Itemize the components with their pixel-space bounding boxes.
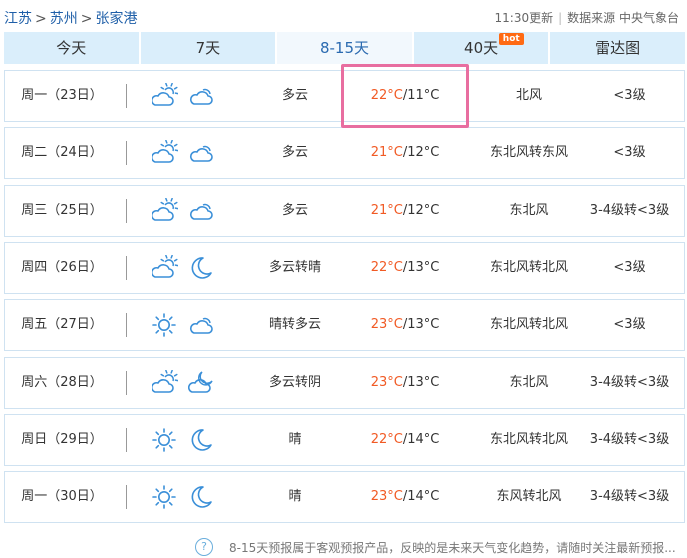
high-temp: 21°C xyxy=(370,203,403,218)
update-time: 11:30更新 xyxy=(494,11,554,25)
temperature: 21°C/12°C xyxy=(355,128,455,178)
breadcrumb: 江苏 > 苏州 > 张家港 xyxy=(4,8,137,28)
wind-level: <3级 xyxy=(613,260,646,275)
tab-label: 今天 xyxy=(56,39,87,57)
weather-icons xyxy=(152,140,222,166)
temperature: 23°C/13°C xyxy=(355,358,455,408)
high-temp: 22°C xyxy=(370,260,403,275)
forecast-row: 周五（27日） 晴转多云 23°C/13°C 东北风转北风 <3级 xyxy=(4,299,685,351)
weather-description: 多云 xyxy=(281,145,308,160)
low-temp: /12°C xyxy=(402,203,440,218)
wind-level: 3-4级转<3级 xyxy=(589,489,670,504)
weather-description: 晴 xyxy=(288,432,302,447)
weather-description: 多云转阴 xyxy=(268,375,321,390)
weather-description: 多云 xyxy=(281,88,308,103)
low-temp: /12°C xyxy=(402,145,440,160)
forecast-row: 周四（26日） 多云转晴 22°C/13°C 东北风转北风 <3级 xyxy=(4,242,685,294)
high-temp: 21°C xyxy=(370,145,403,160)
forecast-row: 周一（30日） 晴 23°C/14°C 东风转北风 3-4级转<3级 xyxy=(4,471,685,523)
forecast-date: 周日（29日） xyxy=(21,432,103,447)
temperature: 21°C/12°C xyxy=(355,186,455,236)
tab-label: 雷达图 xyxy=(595,39,641,57)
low-temp: /14°C xyxy=(402,489,440,504)
weather-icons xyxy=(152,312,222,338)
help-icon[interactable]: ? xyxy=(195,538,213,556)
forecast-date: 周四（26日） xyxy=(21,260,103,275)
forecast-date: 周五（27日） xyxy=(21,317,103,332)
breadcrumb-city[interactable]: 苏州 xyxy=(50,11,78,27)
forecast-row: 周六（28日） 多云转阴 23°C/13°C 东北风 3-4级转<3级 xyxy=(4,357,685,409)
tab-label: 7天 xyxy=(195,39,221,57)
weather-icons xyxy=(152,484,222,510)
weather-icons xyxy=(152,255,222,281)
forecast-tabs: 今天 7天 8-15天 40天 hot 雷达图 xyxy=(4,32,685,64)
forecast-date: 周一（23日） xyxy=(21,88,103,103)
temperature: 22°C/14°C xyxy=(355,415,455,465)
temperature: 23°C/13°C xyxy=(355,300,455,350)
temperature: 23°C/14°C xyxy=(355,472,455,522)
low-temp: /14°C xyxy=(402,432,440,447)
breadcrumb-county[interactable]: 张家港 xyxy=(95,11,137,27)
divider xyxy=(126,428,127,452)
weather-icons xyxy=(152,198,222,224)
high-temp: 23°C xyxy=(370,375,403,390)
wind-level: 3-4级转<3级 xyxy=(589,203,670,218)
footer-note: ? 8-15天预报属于客观预报产品，反映的是未来天气变化趋势，请随时关注最新预报… xyxy=(191,536,687,558)
divider xyxy=(126,199,127,223)
hot-badge: hot xyxy=(498,33,524,45)
weather-icons xyxy=(152,427,222,453)
breadcrumb-province[interactable]: 江苏 xyxy=(4,11,32,27)
wind-level: 3-4级转<3级 xyxy=(589,432,670,447)
breadcrumb-separator: > xyxy=(80,11,93,27)
breadcrumb-separator: > xyxy=(35,11,47,27)
tab-40-days[interactable]: 40天 hot xyxy=(413,32,551,64)
tab-label: 40天 xyxy=(464,39,499,57)
divider xyxy=(126,371,127,395)
wind-level: <3级 xyxy=(613,317,646,332)
divider xyxy=(126,313,127,337)
meta-divider: | xyxy=(558,11,563,25)
temperature-highlight-box xyxy=(341,64,469,128)
weather-description: 多云转晴 xyxy=(268,260,321,275)
forecast-row: 周日（29日） 晴 22°C/14°C 东北风转北风 3-4级转<3级 xyxy=(4,414,685,466)
divider xyxy=(126,485,127,509)
tab-today[interactable]: 今天 xyxy=(4,32,141,64)
weather-icons xyxy=(152,83,222,109)
high-temp: 23°C xyxy=(370,317,403,332)
tab-8-15-days[interactable]: 8-15天 xyxy=(277,32,414,64)
forecast-row: 周二（24日） 多云 21°C/12°C 东北风转东风 <3级 xyxy=(4,127,685,179)
low-temp: /13°C xyxy=(402,317,440,332)
divider xyxy=(126,84,127,108)
high-temp: 23°C xyxy=(370,489,403,504)
weather-description: 晴 xyxy=(288,489,302,504)
temperature: 22°C/13°C xyxy=(355,243,455,293)
forecast-row: 周三（25日） 多云 21°C/12°C 东北风 3-4级转<3级 xyxy=(4,185,685,237)
top-bar: 江苏 > 苏州 > 张家港 11:30更新 | 数据来源 中央气象台 xyxy=(0,0,687,32)
wind-level: <3级 xyxy=(613,88,646,103)
tab-radar[interactable]: 雷达图 xyxy=(550,32,685,64)
forecast-date: 周三（25日） xyxy=(21,203,103,218)
data-source: 数据来源 中央气象台 xyxy=(567,11,679,25)
low-temp: /13°C xyxy=(402,260,440,275)
update-meta: 11:30更新 | 数据来源 中央气象台 xyxy=(495,9,679,26)
divider xyxy=(126,141,127,165)
forecast-date: 周一（30日） xyxy=(21,489,103,504)
weather-description: 多云 xyxy=(281,203,308,218)
high-temp: 22°C xyxy=(370,432,403,447)
weather-icons xyxy=(152,370,222,396)
tab-7-days[interactable]: 7天 xyxy=(140,32,278,64)
forecast-date: 周六（28日） xyxy=(21,375,103,390)
divider xyxy=(126,256,127,280)
wind-level: 3-4级转<3级 xyxy=(589,375,670,390)
forecast-date: 周二（24日） xyxy=(21,145,103,160)
tab-label: 8-15天 xyxy=(319,39,369,57)
low-temp: /13°C xyxy=(402,375,440,390)
wind-level: <3级 xyxy=(613,145,646,160)
footer-text: 8-15天预报属于客观预报产品，反映的是未来天气变化趋势，请随时关注最新预报..… xyxy=(229,541,676,555)
weather-description: 晴转多云 xyxy=(268,317,321,332)
